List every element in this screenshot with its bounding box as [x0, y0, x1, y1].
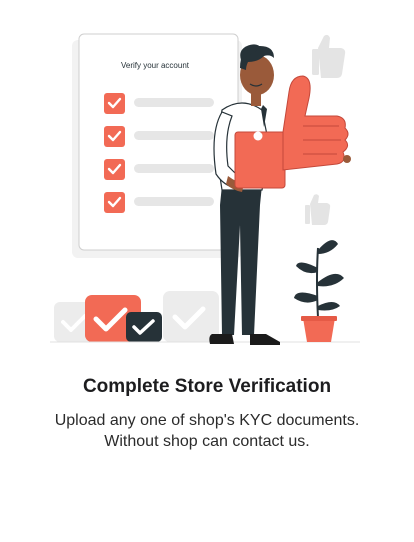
- potted-plant: [294, 240, 344, 342]
- subtitle-line: Upload any one of shop's KYC documents.: [54, 412, 360, 429]
- page-title: Complete Store Verification: [82, 376, 332, 397]
- thumbs-up-icon: [305, 194, 331, 225]
- subtitle-line: Without shop can contact us.: [104, 433, 310, 450]
- check-badge: [126, 312, 162, 342]
- check-badge: [163, 291, 219, 342]
- verification-illustration: Verify your account: [50, 33, 360, 345]
- page-subtitle: Upload any one of shop's KYC documents. …: [30, 410, 384, 452]
- card-heading: Verify your account: [121, 61, 190, 70]
- thumbs-up-icon: [312, 34, 346, 78]
